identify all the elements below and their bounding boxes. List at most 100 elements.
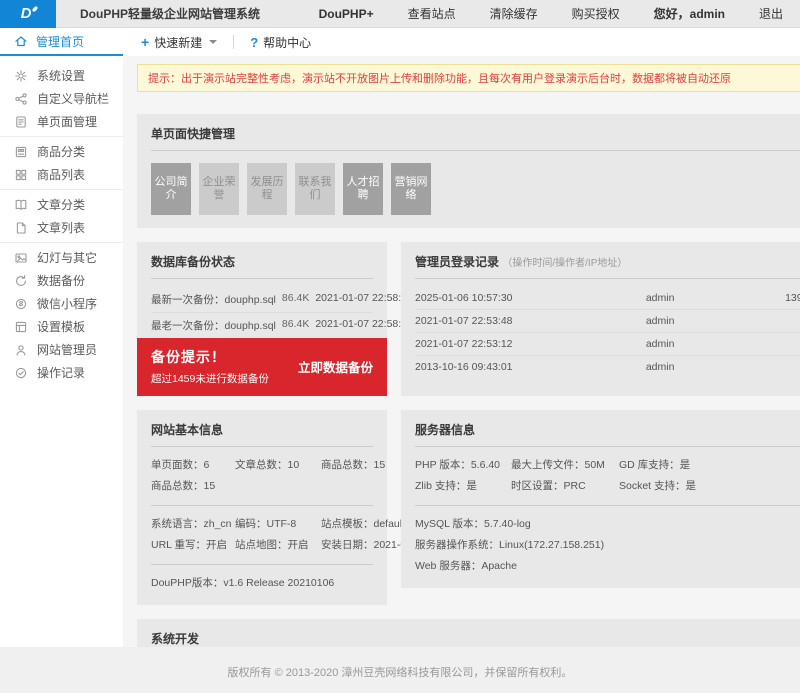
page-tile[interactable]: 营销网络	[391, 163, 431, 215]
quick-create-button[interactable]: + 快速新建	[141, 34, 217, 51]
login-record-row: 2021-01-07 22:53:12 admin 127.0.0.1	[415, 332, 800, 355]
nav-clear-cache[interactable]: 清除缓存	[473, 0, 555, 27]
mysql-version: MySQL 版本：5.7.40-log	[415, 514, 800, 535]
sidebar-item-label: 管理首页	[36, 33, 84, 50]
site-config: URL 重写：开启	[151, 535, 229, 556]
login-records-card: 管理员登录记录 （操作时间/操作者/IP地址） 2025-01-06 10:57…	[401, 242, 800, 396]
backup-time: 2021-01-07 22:58:06	[315, 318, 413, 333]
sidebar-item-home[interactable]: 管理首页	[0, 28, 123, 56]
backup-alert: 备份提示！ 超过1459未进行数据备份 立即数据备份	[137, 338, 387, 396]
nav-view-site[interactable]: 查看站点	[391, 0, 473, 27]
top-bar: D DouPHP轻量级企业网站管理系统 DouPHP+ 查看站点 清除缓存 购买…	[0, 0, 800, 28]
sidebar-item-label: 网站管理员	[37, 341, 97, 358]
toolbar-divider	[233, 35, 234, 49]
book-icon	[14, 198, 28, 212]
sidebar-item-custom-nav[interactable]: 自定义导航栏	[0, 87, 123, 110]
backup-alert-desc: 超过1459未进行数据备份	[151, 371, 298, 386]
sidebar-item-label: 自定义导航栏	[37, 90, 109, 107]
sidebar-item-admin[interactable]: 网站管理员	[0, 338, 123, 361]
login-time: 2021-01-07 22:53:48	[415, 315, 614, 327]
quick-pages-card: 单页面快捷管理 公司简介 企业荣誉 发展历程 联系我们 人才招聘 营销网络	[137, 114, 800, 228]
page-tile[interactable]: 公司简介	[151, 163, 191, 215]
help-center-label: 帮助中心	[263, 34, 311, 51]
login-record-row: 2013-10-16 09:43:01 admin 127.0.0.1	[415, 355, 800, 378]
server-stat: GD 库支持：是	[619, 455, 800, 476]
share-icon	[14, 92, 28, 106]
server-stat: 时区设置：PRC	[511, 476, 613, 497]
douphp-logo[interactable]: D	[0, 0, 56, 28]
app-title: DouPHP轻量级企业网站管理系统	[80, 5, 260, 22]
sidebar-item-label: 商品列表	[37, 166, 85, 183]
server-stat: PHP 版本：5.6.40	[415, 455, 505, 476]
nav-greeting: 您好，admin	[637, 0, 742, 27]
backup-label: 最新一次备份：douphp.sql	[151, 292, 276, 307]
login-user: admin	[614, 315, 707, 327]
sidebar-divider	[0, 189, 123, 190]
help-center-button[interactable]: ? 帮助中心	[250, 34, 311, 51]
page-tile[interactable]: 企业荣誉	[199, 163, 239, 215]
sidebar-item-label: 商品分类	[37, 143, 85, 160]
page-tile[interactable]: 人才招聘	[343, 163, 383, 215]
toolbar: + 快速新建 ? 帮助中心	[123, 28, 800, 56]
plus-icon: +	[141, 35, 149, 49]
site-stat: 单页面数：6	[151, 455, 229, 476]
server-stat: Zlib 支持：是	[415, 476, 505, 497]
login-ip: 127.0.0.1	[707, 338, 800, 350]
sidebar-item-label: 操作记录	[37, 364, 85, 381]
page-tile[interactable]: 联系我们	[295, 163, 335, 215]
backup-size: 86.4K	[282, 292, 309, 307]
login-ip: 127.0.0.1	[707, 361, 800, 373]
gear-icon	[14, 69, 28, 83]
top-nav: DouPHP+ 查看站点 清除缓存 购买授权 您好，admin 退出	[302, 0, 800, 27]
card-title: 网站基本信息	[151, 421, 373, 438]
backup-status-card: 数据库备份状态 最新一次备份：douphp.sql 86.4K 2021-01-…	[137, 242, 387, 396]
sidebar-item-article-list[interactable]: 文章列表	[0, 216, 123, 239]
sidebar-item-logs[interactable]: 操作记录	[0, 361, 123, 384]
card-title: 单页面快捷管理	[151, 125, 800, 142]
leaf-icon	[32, 5, 38, 12]
nav-douphp-plus[interactable]: DouPHP+	[302, 0, 391, 27]
site-stat: 文章总数：10	[235, 455, 315, 476]
sidebar-item-data-backup[interactable]: 数据备份	[0, 269, 123, 292]
sidebar-item-page-manage[interactable]: 单页面管理	[0, 110, 123, 133]
page-icon	[14, 115, 28, 129]
site-stat: 商品总数：15	[321, 455, 385, 476]
sidebar-item-template[interactable]: 设置模板	[0, 315, 123, 338]
template-icon	[14, 320, 28, 334]
web-server: Web 服务器：Apache	[415, 556, 800, 577]
backup-time: 2021-01-07 22:58:06	[315, 292, 413, 307]
main-content: 提示：出于演示站完整性考虑，演示站不开放图片上传和删除功能，且每次有用户登录演示…	[123, 56, 800, 647]
site-config: 编码：UTF-8	[235, 514, 315, 535]
dev-info-card: 系统开发 DouPHP官网：http://www.douphp.com 使用手册…	[137, 619, 800, 647]
login-time: 2025-01-06 10:57:30	[415, 292, 614, 304]
backup-label: 最老一次备份：douphp.sql	[151, 318, 276, 333]
sidebar-item-slides[interactable]: 幻灯与其它	[0, 246, 123, 269]
sidebar-divider	[0, 136, 123, 137]
file-icon	[14, 221, 28, 235]
backup-row: 最老一次备份：douphp.sql 86.4K 2021-01-07 22:58…	[151, 312, 373, 338]
sidebar-divider	[0, 242, 123, 243]
sidebar-item-product-category[interactable]: 商品分类	[0, 140, 123, 163]
miniprogram-icon	[14, 297, 28, 311]
login-user: admin	[614, 338, 707, 350]
card-title: 数据库备份状态	[151, 253, 373, 270]
sidebar-item-label: 文章列表	[37, 219, 85, 236]
demo-notice-banner: 提示：出于演示站完整性考虑，演示站不开放图片上传和删除功能，且每次有用户登录演示…	[137, 64, 800, 92]
login-user: admin	[614, 361, 707, 373]
user-icon	[14, 343, 28, 357]
nav-logout[interactable]: 退出	[742, 0, 800, 27]
backup-now-button[interactable]: 立即数据备份	[298, 357, 373, 376]
sidebar-item-label: 设置模板	[37, 318, 85, 335]
sidebar-item-article-category[interactable]: 文章分类	[0, 193, 123, 216]
page-tile[interactable]: 发展历程	[247, 163, 287, 215]
backup-size: 86.4K	[282, 318, 309, 333]
login-ip: 139.202.143.8	[707, 292, 800, 304]
sidebar-item-miniprogram[interactable]: 微信小程序	[0, 292, 123, 315]
login-record-row: 2025-01-06 10:57:30 admin 139.202.143.8	[415, 287, 800, 309]
sidebar-item-system-settings[interactable]: 系统设置	[0, 64, 123, 87]
nav-buy-license[interactable]: 购买授权	[555, 0, 637, 27]
card-title: 服务器信息	[415, 421, 800, 438]
site-config: 系统语言：zh_cn	[151, 514, 229, 535]
refresh-icon	[14, 274, 28, 288]
sidebar-item-product-list[interactable]: 商品列表	[0, 163, 123, 186]
